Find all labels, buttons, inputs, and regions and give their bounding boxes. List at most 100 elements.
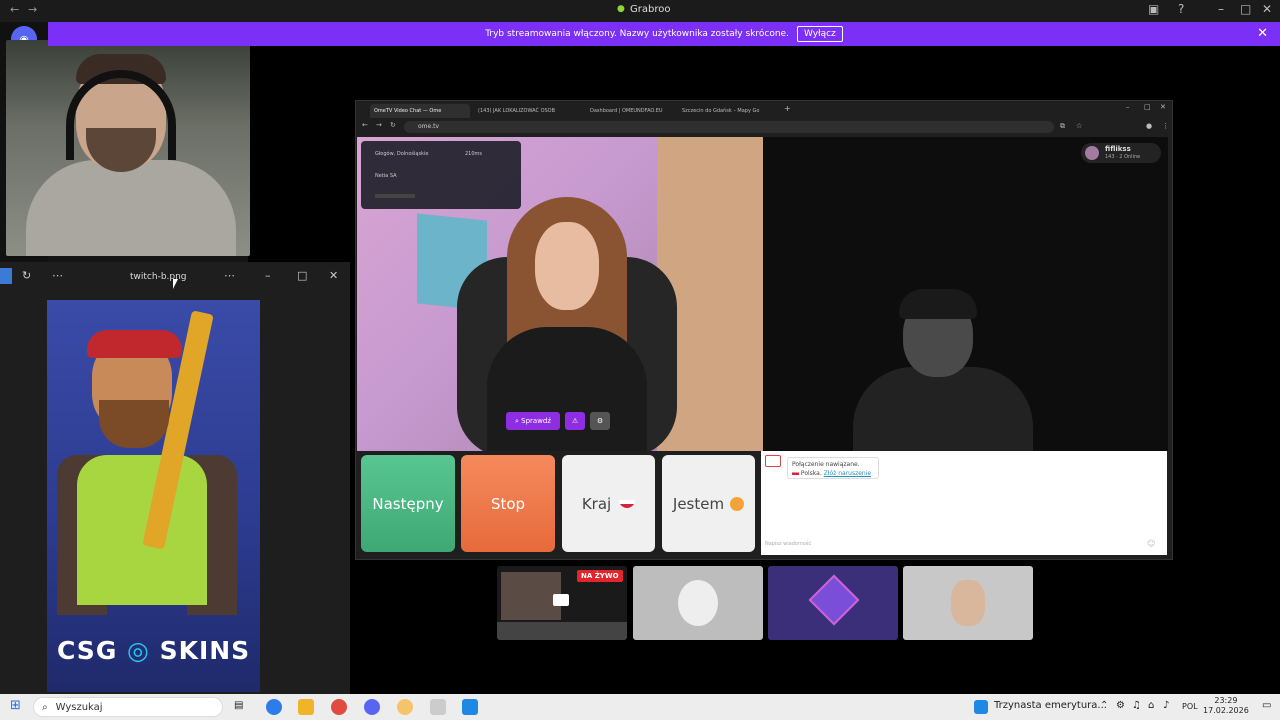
help-icon[interactable]: ? xyxy=(1178,2,1184,16)
overlay-ping: 210ms xyxy=(465,151,483,157)
forward-icon[interactable]: → xyxy=(28,3,37,16)
gender-button[interactable]: Jestem xyxy=(662,455,755,552)
country-button[interactable]: Kraj xyxy=(562,455,655,552)
webcam-feed xyxy=(6,40,250,256)
minimize-button[interactable]: – xyxy=(1218,2,1224,16)
stop-button[interactable]: Stop xyxy=(461,455,555,552)
task-view-icon[interactable]: ▤ xyxy=(234,700,243,711)
video-face xyxy=(535,222,599,310)
partner-name: fiflikss xyxy=(1105,145,1131,153)
scene-thumbnail[interactable] xyxy=(903,566,1033,640)
menu-icon[interactable]: ⋮ xyxy=(1162,122,1169,130)
disable-streaming-button[interactable]: Wyłącz xyxy=(796,26,843,42)
gender-label: Jestem xyxy=(672,494,725,513)
tab-ometv[interactable]: OmeTV Video Chat — Ome xyxy=(370,104,470,118)
extensions-icon[interactable]: ⧉ xyxy=(1060,122,1065,131)
screen-share-icon[interactable]: ▣ xyxy=(1148,2,1159,16)
tray-icon[interactable]: ⚙ xyxy=(1116,700,1125,711)
browser-maximize-button[interactable]: □ xyxy=(1144,103,1151,111)
more-icon[interactable]: ⋯ xyxy=(52,269,63,282)
video-body xyxy=(487,327,647,451)
poland-flag-icon xyxy=(619,499,636,508)
volume-icon[interactable]: ♪ xyxy=(1163,700,1169,711)
reload-icon[interactable]: ↻ xyxy=(390,121,396,129)
report-link[interactable]: Złóż naruszenie xyxy=(824,470,871,477)
country-line: Polska. Złóż naruszenie xyxy=(792,469,874,478)
maximize-button[interactable]: □ xyxy=(1240,2,1251,16)
report-button[interactable]: ⚠ xyxy=(565,412,585,430)
discord-icon[interactable] xyxy=(364,699,380,715)
emoji-icon[interactable]: ☺ xyxy=(1147,539,1155,548)
close-icon[interactable]: ✕ xyxy=(1257,26,1268,41)
browser-close-button[interactable]: ✕ xyxy=(1160,103,1166,111)
scene-thumbnail[interactable] xyxy=(768,566,898,640)
tab-label: (143) JAK LOKALIZOWAĆ OSOB xyxy=(478,108,556,114)
settings-button[interactable]: ⚙ xyxy=(590,412,610,430)
gear-icon: ⚙ xyxy=(596,417,604,425)
boy-emoji-icon xyxy=(730,496,745,511)
viewer-maximize-button[interactable]: □ xyxy=(297,269,307,282)
news-notification[interactable]: Trzynasta emerytura... xyxy=(994,700,1107,711)
url-input[interactable]: ome.tv xyxy=(404,121,1054,133)
streaming-mode-banner: Tryb streamowania włączony. Nazwy użytko… xyxy=(48,22,1280,46)
rotate-icon[interactable]: ↻ xyxy=(22,269,31,282)
taskbar: ⊞ ⌕ Wyszukaj ▤ Trzynasta emerytura... ⌃ … xyxy=(0,694,1280,720)
back-icon[interactable]: ← xyxy=(362,121,368,129)
profile-icon[interactable]: ● xyxy=(1146,122,1152,130)
network-icon[interactable]: ⌂ xyxy=(1148,700,1154,711)
logo-target-icon: ◎ xyxy=(117,636,160,665)
tab-dashboard[interactable]: Dashboard | OMEUNDFAO.EU xyxy=(586,104,676,118)
app-icon[interactable] xyxy=(397,699,413,715)
connected-text: Połączenie nawiązane. xyxy=(792,461,860,468)
new-tab-icon[interactable]: + xyxy=(784,104,791,113)
chrome-icon[interactable] xyxy=(331,699,347,715)
photos-icon[interactable] xyxy=(462,699,478,715)
thumbnail-preview xyxy=(501,572,561,620)
csgoskins-logo: CSG ◎ SKINS xyxy=(57,636,250,665)
next-button[interactable]: Następny xyxy=(361,455,455,552)
search-icon: ⌕ xyxy=(42,701,48,713)
microphone-icon[interactable]: ♫ xyxy=(1132,700,1141,711)
news-icon[interactable] xyxy=(974,700,988,714)
chat-panel: Połączenie nawiązane. Polska. Złóż narus… xyxy=(761,451,1167,555)
chevron-up-icon[interactable]: ⌃ xyxy=(1100,700,1108,711)
viewer-close-button[interactable]: ✕ xyxy=(329,269,338,282)
tab-youtube[interactable]: (143) JAK LOKALIZOWAĆ OSOB xyxy=(474,104,584,118)
viewer-minimize-button[interactable]: – xyxy=(265,269,271,282)
tab-label: OmeTV Video Chat — Ome xyxy=(374,108,442,114)
language-indicator[interactable]: POL xyxy=(1182,702,1198,711)
back-icon[interactable]: ← xyxy=(10,3,19,16)
browser-minimize-button[interactable]: – xyxy=(1126,103,1130,111)
people-icon xyxy=(678,580,718,626)
file-explorer-icon[interactable] xyxy=(298,699,314,715)
viewer-filename: twitch-b.png xyxy=(130,272,187,282)
scene-thumbnail[interactable]: NA ŻYWO xyxy=(497,566,627,640)
partner-badge[interactable]: fiflikss 143 · 2 Online xyxy=(1081,143,1161,163)
banner-text: Tryb streamowania włączony. Nazwy użytko… xyxy=(485,29,789,39)
forward-icon[interactable]: → xyxy=(376,121,382,129)
check-button[interactable]: ⌕ Sprawdź xyxy=(506,412,560,430)
logo-left-text: CSG xyxy=(57,636,118,665)
notepad-icon[interactable] xyxy=(430,699,446,715)
chat-input[interactable]: Napisz wiadomość xyxy=(765,541,811,547)
search-input[interactable]: ⌕ Wyszukaj xyxy=(33,697,223,717)
start-icon[interactable]: ⊞ xyxy=(10,698,21,713)
tab-maps[interactable]: Szczecin do Gdańsk – Mapy Go xyxy=(678,104,778,118)
bookmark-icon[interactable]: ☆ xyxy=(1076,122,1082,130)
scene-thumbnail[interactable] xyxy=(633,566,763,640)
overlay-location: Głogów, Dolnośląskie xyxy=(375,151,429,157)
viewer-tab-indicator[interactable] xyxy=(0,268,12,284)
partner-body xyxy=(853,367,1033,451)
clock-time: 23:29 xyxy=(1214,696,1238,705)
avatar xyxy=(1085,146,1099,160)
partner-hair xyxy=(899,289,977,319)
edge-icon[interactable] xyxy=(266,699,282,715)
search-label: Wyszukaj xyxy=(55,701,103,713)
ip-lookup-overlay: Głogów, Dolnośląskie 210ms Netia SA xyxy=(361,141,521,209)
close-button[interactable]: ✕ xyxy=(1262,2,1272,16)
poster-beard xyxy=(99,400,169,448)
crystal-icon xyxy=(808,574,860,626)
notification-icon[interactable]: ▭ xyxy=(1262,700,1271,711)
clock[interactable]: 23:29 17.02.2026 xyxy=(1203,696,1249,716)
more-options-icon[interactable]: ⋯ xyxy=(224,269,235,282)
